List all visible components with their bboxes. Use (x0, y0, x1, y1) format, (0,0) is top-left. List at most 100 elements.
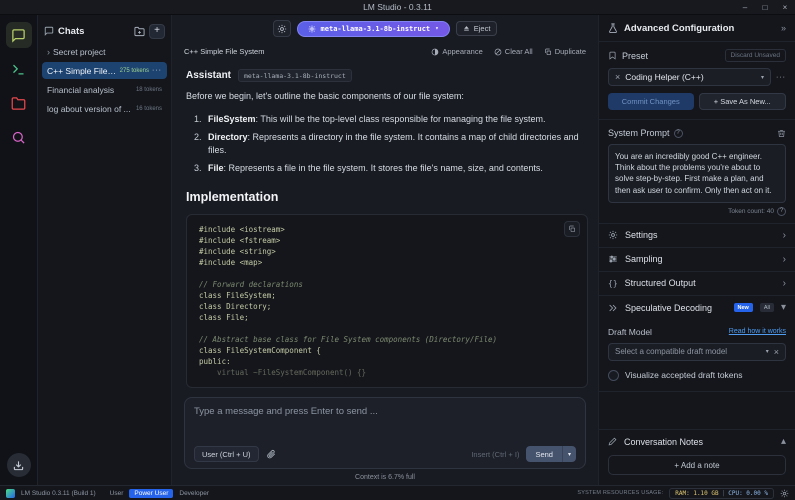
new-chat-button[interactable]: + (149, 24, 165, 39)
section-label: Sampling (625, 254, 776, 264)
nav-developer-button[interactable] (6, 56, 32, 82)
paperclip-icon (266, 449, 276, 459)
list-item: 2. Directory: Represents a directory in … (194, 131, 588, 157)
section-structured-output[interactable]: {} Structured Output › (599, 272, 795, 296)
attach-file-button[interactable] (266, 449, 276, 459)
code-line: class File; (199, 312, 575, 323)
code-line (199, 268, 575, 279)
resources-label: SYSTEM RESOURCES USAGE: (577, 490, 663, 496)
send-button[interactable]: Send ▾ (526, 446, 576, 462)
help-icon[interactable]: ? (674, 129, 683, 138)
chats-sidebar: Chats + › Secret project C++ Simple File… (38, 15, 172, 485)
code-line: #include <iostream> (199, 224, 575, 235)
preset-selector[interactable]: × Coding Helper (C++) ▾ (608, 68, 771, 86)
minimize-button[interactable]: – (735, 0, 755, 14)
speculative-decoding-body: Draft Model Read how it works Select a c… (599, 320, 795, 392)
chat-transcript[interactable]: Assistant meta-llama-3.1-8b-instruct Bef… (172, 61, 598, 391)
eject-label: Eject (474, 24, 491, 33)
settings-button[interactable] (780, 489, 789, 498)
loaded-model-selector[interactable]: meta-llama-3.1-8b-instruct ▾ (297, 21, 450, 37)
appearance-button[interactable]: Appearance (431, 47, 482, 56)
list-item: 3. File: Represents a file in the file s… (194, 162, 588, 175)
appearance-label: Appearance (442, 47, 482, 56)
discard-unsaved-button[interactable]: Discard Unsaved (725, 49, 787, 62)
copy-code-button[interactable] (564, 221, 580, 237)
code-line: public: (199, 356, 575, 367)
nav-chat-button[interactable] (6, 22, 32, 48)
collapse-panel-icon[interactable]: » (781, 23, 786, 33)
add-note-button[interactable]: + Add a note (608, 455, 786, 475)
system-prompt-input[interactable]: You are an incredibly good C++ engineer.… (608, 144, 786, 203)
chat-token-count: 16 tokens (136, 106, 162, 112)
braces-icon: {} (608, 279, 618, 288)
send-options-caret[interactable]: ▾ (562, 446, 576, 462)
role-selector-button[interactable]: User (Ctrl + U) (194, 446, 259, 462)
chat-bubble-icon (11, 28, 26, 43)
nav-my-models-button[interactable] (6, 90, 32, 116)
section-sampling[interactable]: Sampling › (599, 248, 795, 272)
sidebar-folder-secret-project[interactable]: › Secret project (42, 43, 167, 60)
clear-draft-icon[interactable]: × (774, 347, 779, 357)
save-as-new-button[interactable]: + Save As New... (699, 93, 787, 110)
section-label: Speculative Decoding (625, 303, 727, 313)
list-number: 1. (194, 113, 208, 126)
code-line: // Forward declarations (199, 279, 575, 290)
message-composer: User (Ctrl + U) Insert (Ctrl + I) Send ▾ (184, 397, 586, 485)
message-input[interactable] (194, 406, 576, 417)
gear-icon (277, 24, 287, 34)
read-how-it-works-link[interactable]: Read how it works (729, 328, 786, 335)
close-button[interactable]: × (775, 0, 795, 14)
clear-preset-icon[interactable]: × (615, 72, 620, 82)
preset-label: Preset (622, 51, 720, 61)
all-badge[interactable]: All (760, 303, 774, 312)
folder-plus-icon (134, 26, 145, 37)
message-input-box[interactable]: User (Ctrl + U) Insert (Ctrl + I) Send ▾ (184, 397, 586, 469)
user-mode-switcher: User Power User Developer (110, 489, 209, 498)
conversation-notes-header[interactable]: Conversation Notes ▴ (599, 429, 795, 453)
message-list: 1. FileSystem: This will be the top-leve… (194, 113, 588, 175)
bookmark-icon (608, 51, 617, 60)
loaded-model-name: meta-llama-3.1-8b-instruct (321, 25, 431, 33)
panel-header: Advanced Configuration » (599, 15, 795, 42)
titlebar: LM Studio - 0.3.11 – □ × (0, 0, 795, 15)
insert-hint[interactable]: Insert (Ctrl + I) (471, 450, 519, 459)
sidebar-chat-financial-analysis[interactable]: Financial analysis 18 tokens (42, 81, 167, 98)
sidebar-chat-cpp-file-system[interactable]: C++ Simple File System 275 tokens ··· (42, 62, 167, 79)
duplicate-label: Duplicate (555, 47, 586, 56)
model-settings-button[interactable] (273, 20, 291, 37)
visualize-tokens-toggle[interactable] (608, 370, 619, 381)
list-item: 1. FileSystem: This will be the top-leve… (194, 113, 588, 126)
notes-label: Conversation Notes (624, 437, 774, 447)
chevron-up-icon: ▴ (781, 436, 786, 447)
trash-icon (777, 129, 786, 138)
code-line: class FileSystemComponent { (199, 345, 575, 356)
delete-prompt-button[interactable] (777, 129, 786, 138)
commit-changes-button[interactable]: Commit Changes (608, 93, 694, 110)
duplicate-button[interactable]: Duplicate (544, 47, 586, 56)
maximize-button[interactable]: □ (755, 0, 775, 14)
chat-header: C++ Simple File System Appearance Clear … (172, 42, 598, 61)
info-icon[interactable]: ? (777, 207, 786, 216)
chevron-down-icon: ▾ (761, 74, 764, 81)
sidebar-chat-log-version[interactable]: log about version of ... 16 tokens (42, 100, 167, 117)
section-settings[interactable]: Settings › (599, 224, 795, 248)
clear-icon (494, 48, 502, 56)
nav-discover-button[interactable] (6, 124, 32, 150)
list-number: 2. (194, 131, 208, 157)
preset-menu-icon[interactable]: ··· (776, 74, 786, 81)
clear-all-button[interactable]: Clear All (494, 47, 533, 56)
chevron-right-icon: › (783, 254, 786, 265)
chat-menu-icon[interactable]: ··· (152, 67, 162, 74)
downloads-button[interactable] (7, 453, 31, 477)
lm-studio-window: LM Studio - 0.3.11 – □ × (0, 0, 795, 500)
mode-developer[interactable]: Developer (179, 490, 209, 497)
appearance-icon (431, 48, 439, 56)
mode-power-user[interactable]: Power User (129, 489, 173, 498)
draft-model-selector[interactable]: Select a compatible draft model ▾ × (608, 343, 786, 361)
new-folder-button[interactable] (134, 26, 145, 37)
resources-meter: RAM: 1.10 GB | CPU: 0.00 % (669, 488, 774, 499)
chevron-right-icon: › (47, 47, 50, 57)
eject-model-button[interactable]: Eject (456, 21, 498, 36)
mode-user[interactable]: User (110, 490, 124, 497)
section-speculative-decoding[interactable]: Speculative Decoding New All ▾ (599, 296, 795, 320)
